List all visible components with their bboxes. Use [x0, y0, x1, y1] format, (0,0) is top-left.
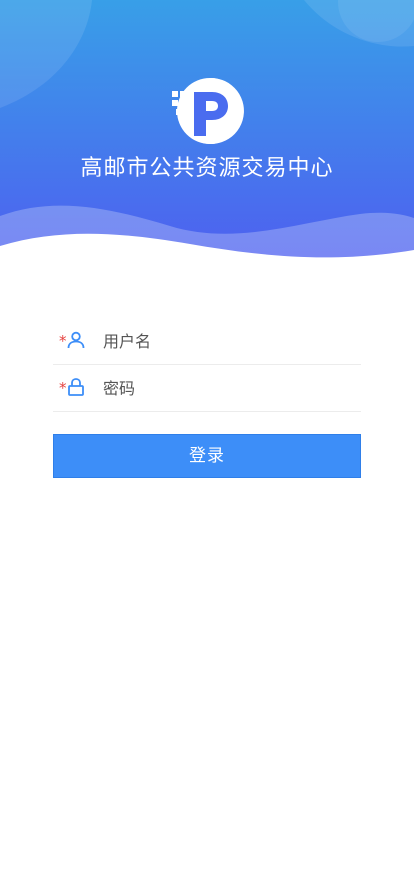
p-logo-icon — [172, 77, 244, 144]
lock-icon — [68, 378, 84, 396]
user-icon — [67, 331, 85, 349]
required-mark: * — [59, 332, 67, 350]
username-field: * — [53, 318, 361, 365]
password-field: * — [53, 365, 361, 412]
app-title: 高邮市公共资源交易中心 — [80, 156, 334, 181]
header-banner: 高邮市公共资源交易中心 — [0, 0, 414, 270]
login-button[interactable]: 登录 — [53, 434, 361, 478]
password-input[interactable] — [103, 376, 353, 400]
login-form: * * — [53, 318, 361, 412]
username-input[interactable] — [103, 329, 353, 353]
required-mark: * — [59, 379, 67, 397]
login-page: 高邮市公共资源交易中心 * * 登录 — [0, 0, 414, 896]
